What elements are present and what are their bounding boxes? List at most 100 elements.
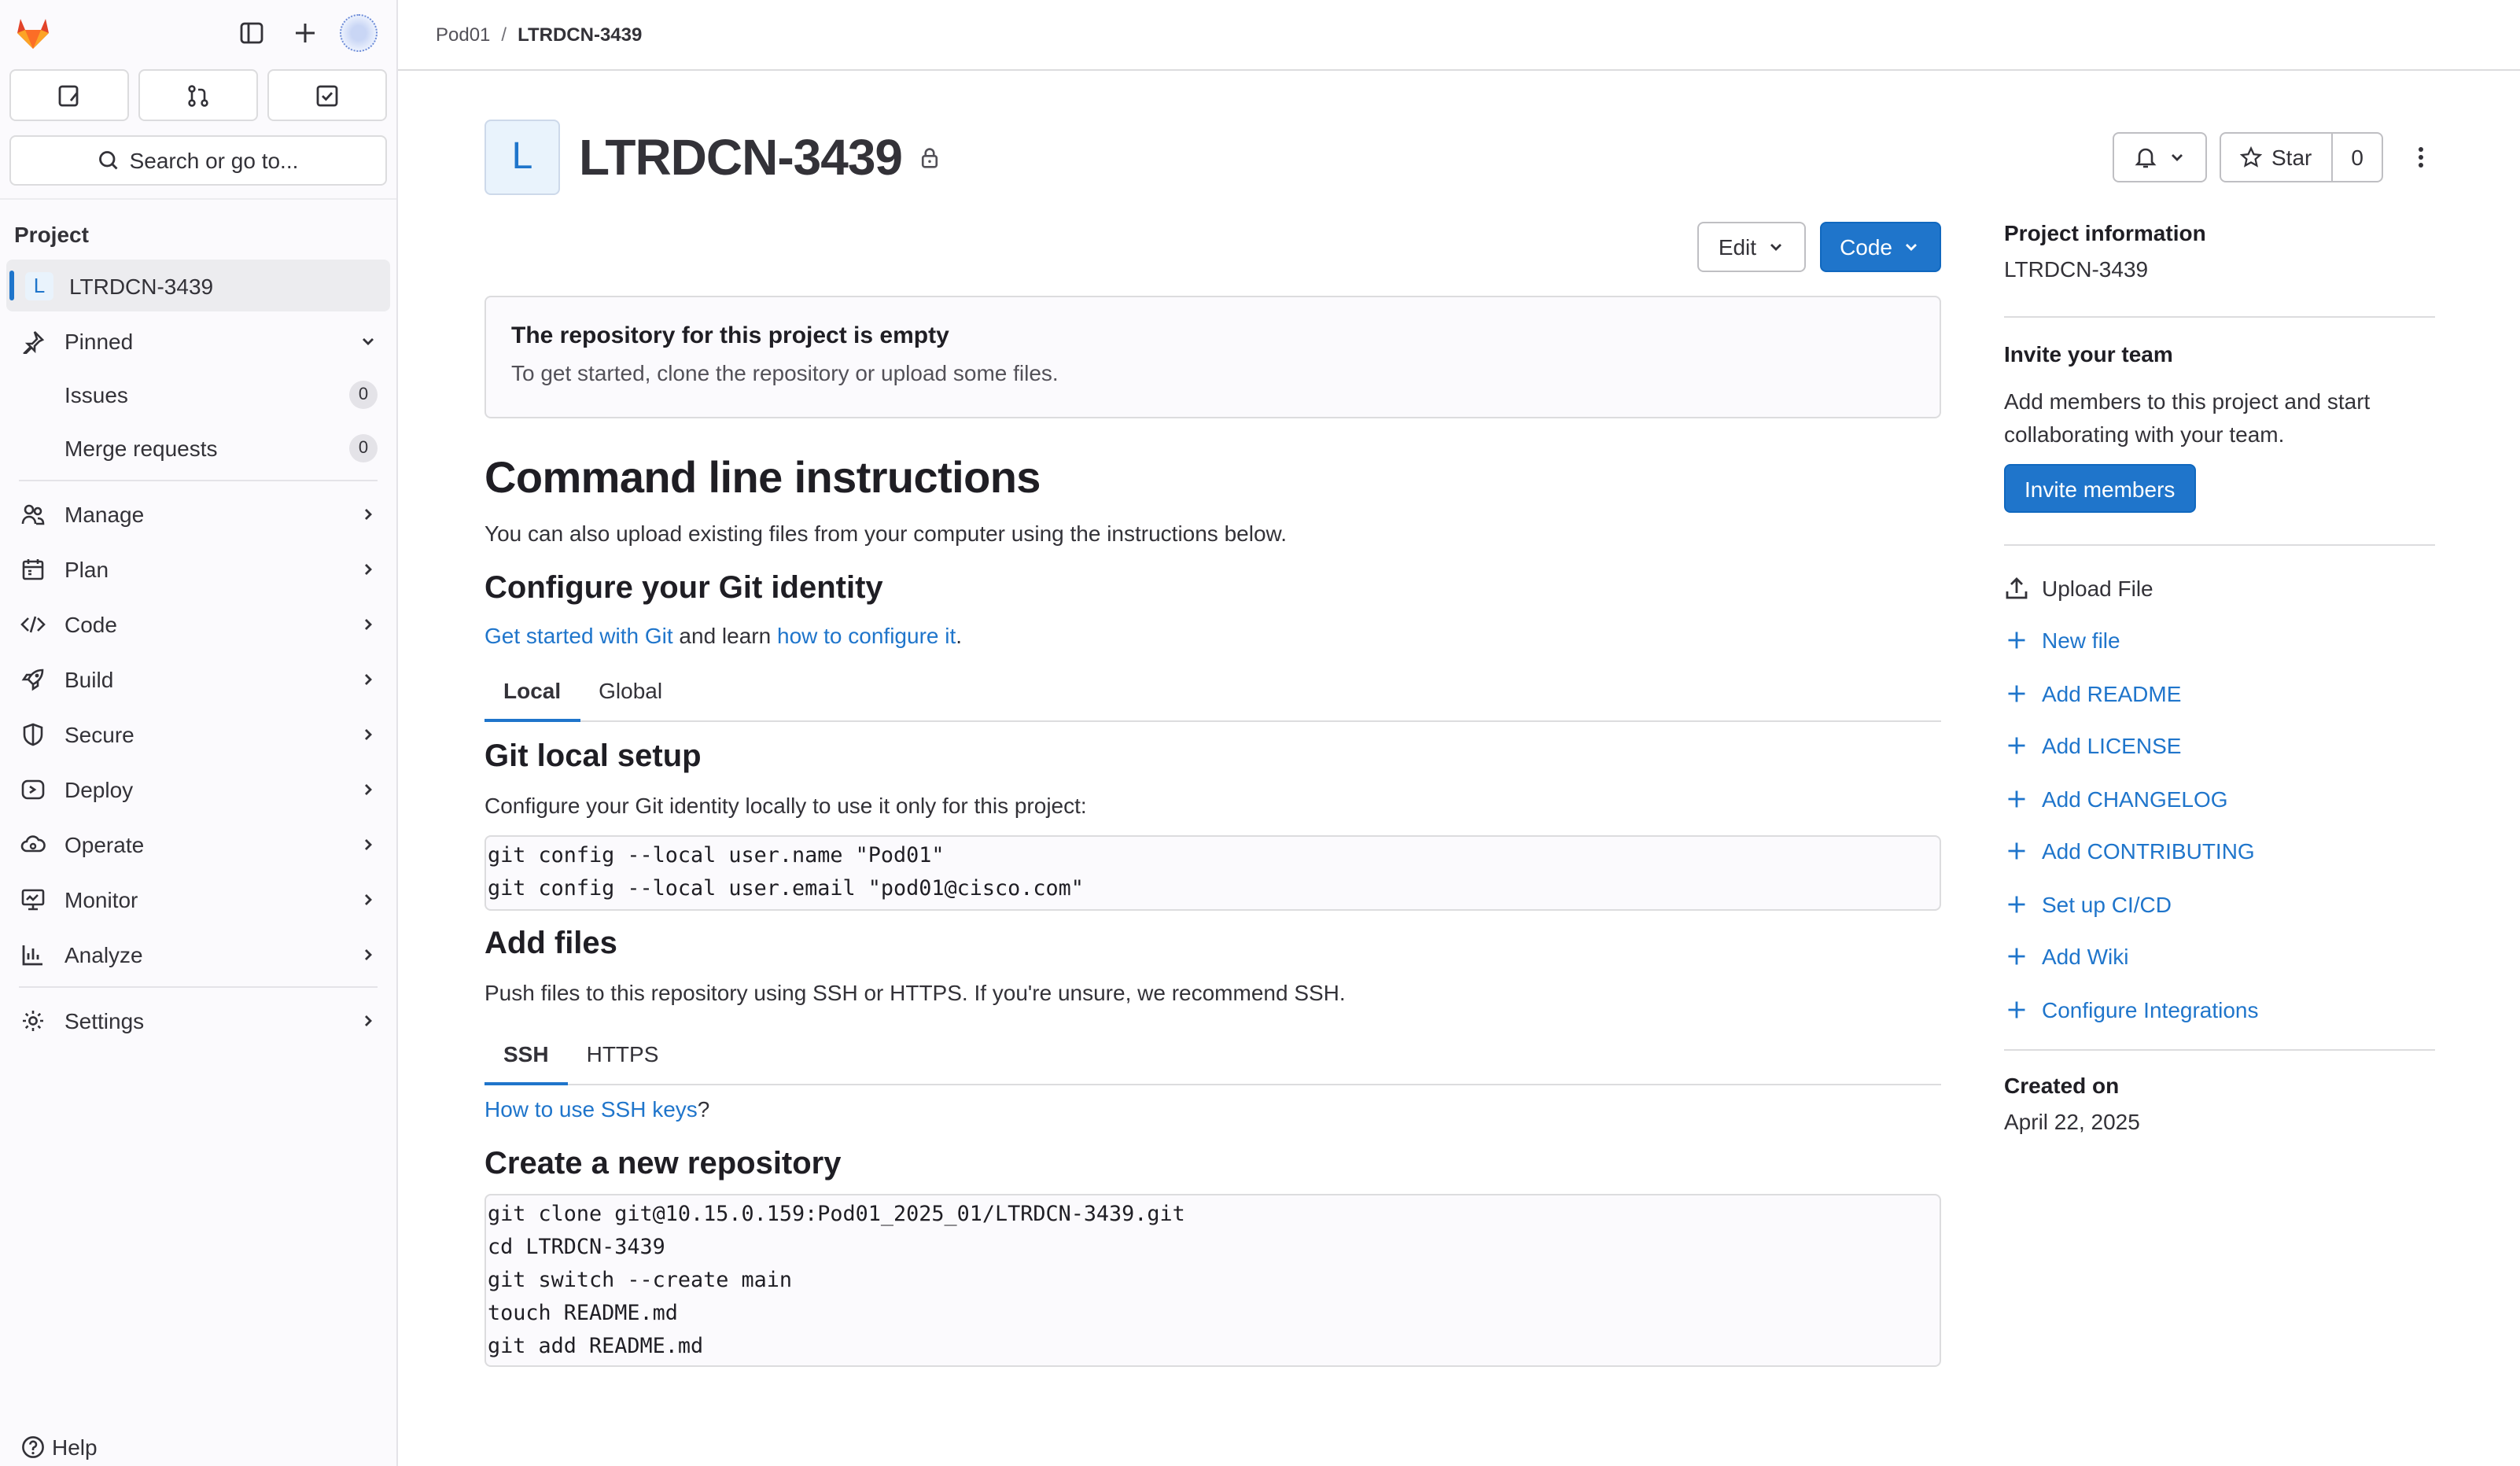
todo-icon [316, 84, 338, 106]
new-repo-heading: Create a new repository [484, 1147, 842, 1181]
setup-cicd-label: Set up CI/CD [2042, 891, 2172, 917]
project-info-panel: Project information LTRDCN-3439 Invite y… [2004, 220, 2435, 1133]
deploy-icon [20, 776, 46, 801]
project-nav: Project L LTRDCN-3439 Pinned Issues 0 Me… [0, 198, 396, 1048]
breadcrumb-current[interactable]: LTRDCN-3439 [518, 24, 642, 46]
add-changelog-link[interactable]: Add CHANGELOG [2004, 772, 2435, 825]
tab-global[interactable]: Global [580, 678, 681, 720]
local-setup-code[interactable]: git config --local user.name "Pod01" git… [484, 835, 1941, 911]
sidebar-item-analyze[interactable]: Analyze [0, 926, 396, 982]
project-avatar: L [484, 120, 560, 195]
more-actions-icon[interactable] [2397, 132, 2447, 182]
create-new-icon[interactable] [280, 8, 330, 58]
help-button[interactable]: Help [20, 1435, 98, 1460]
local-setup-heading: Git local setup [484, 739, 702, 774]
plus-icon [2004, 683, 2029, 705]
sidebar-item-plan[interactable]: Plan [0, 541, 396, 596]
sidebar-item-merge-requests[interactable]: Merge requests 0 [0, 422, 396, 475]
chevron-down-icon [2172, 154, 2183, 161]
chart-icon [20, 941, 46, 967]
sidebar-item-project[interactable]: L LTRDCN-3439 [6, 260, 390, 311]
sidebar-item-secure[interactable]: Secure [0, 706, 396, 761]
tab-https[interactable]: HTTPS [568, 1041, 678, 1084]
issues-count-badge: 0 [349, 381, 378, 409]
upload-file-link[interactable]: Upload File [2004, 562, 2435, 614]
sidebar-item-build[interactable]: Build [0, 651, 396, 706]
sidebar-item-issues[interactable]: Issues 0 [0, 368, 396, 422]
sidebar-top [0, 0, 396, 66]
sidebar-item-label: Merge requests [64, 436, 218, 461]
add-license-link[interactable]: Add LICENSE [2004, 720, 2435, 772]
add-contributing-link[interactable]: Add CONTRIBUTING [2004, 825, 2435, 878]
sidebar-item-label: Build [64, 666, 114, 691]
protocol-tabs: SSH HTTPS [484, 1022, 1941, 1085]
breadcrumb-parent-link[interactable]: Pod01 [436, 24, 490, 46]
instructions-intro: You can also upload existing files from … [484, 521, 1287, 546]
get-started-git-link[interactable]: Get started with Git [484, 623, 673, 648]
toggle-sidebar-icon[interactable] [227, 8, 277, 58]
chevron-right-icon [365, 1015, 372, 1026]
section-title: Project [14, 222, 89, 247]
sidebar-item-pinned[interactable]: Pinned [0, 313, 396, 368]
tab-ssh[interactable]: SSH [484, 1041, 568, 1085]
todos-button[interactable] [267, 69, 387, 121]
lock-icon [920, 148, 938, 168]
configure-integrations-link[interactable]: Configure Integrations [2004, 983, 2435, 1036]
issues-icon [58, 84, 79, 106]
search-label: Search or go to... [129, 148, 299, 173]
add-wiki-label: Add Wiki [2042, 944, 2129, 970]
main-content: L LTRDCN-3439 Edit Code The repository f… [484, 71, 1941, 1367]
sidebar-item-label: Manage [64, 501, 145, 526]
invite-members-button[interactable]: Invite members [2004, 464, 2196, 513]
star-button-group: Star 0 [2220, 132, 2384, 182]
sidebar-item-label: Operate [64, 831, 145, 856]
pin-icon [20, 328, 46, 353]
code-icon [20, 611, 46, 636]
how-to-configure-link[interactable]: how to configure it [777, 623, 956, 648]
notification-settings-button[interactable] [2113, 132, 2207, 182]
breadcrumb-separator: / [501, 24, 507, 46]
new-file-link[interactable]: New file [2004, 614, 2435, 667]
merge-requests-count-badge: 0 [349, 434, 378, 462]
add-changelog-label: Add CHANGELOG [2042, 786, 2228, 812]
upload-file-label: Upload File [2042, 575, 2153, 601]
sidebar-item-label: Issues [64, 382, 128, 407]
user-avatar[interactable] [333, 8, 384, 58]
plus-icon [2004, 841, 2029, 863]
assigned-issues-button[interactable] [9, 69, 129, 121]
identity-heading: Configure your Git identity [484, 571, 883, 606]
add-contributing-label: Add CONTRIBUTING [2042, 838, 2255, 864]
search-button[interactable]: Search or go to... [9, 135, 387, 186]
sidebar-item-label: Plan [64, 556, 109, 581]
plus-icon [2004, 893, 2029, 915]
sidebar-item-manage[interactable]: Manage [0, 486, 396, 541]
edit-dropdown-button[interactable]: Edit [1697, 222, 1806, 272]
gitlab-logo-icon[interactable] [13, 13, 53, 53]
gear-icon [20, 1007, 46, 1033]
add-license-label: Add LICENSE [2042, 733, 2182, 759]
sidebar-item-monitor[interactable]: Monitor [0, 871, 396, 926]
tab-local[interactable]: Local [484, 678, 580, 722]
add-wiki-link[interactable]: Add Wiki [2004, 930, 2435, 983]
sidebar-item-operate[interactable]: Operate [0, 816, 396, 871]
sidebar-item-deploy[interactable]: Deploy [0, 761, 396, 816]
sidebar: Search or go to... Project L LTRDCN-3439… [0, 0, 398, 1466]
empty-repo-title: The repository for this project is empty [511, 322, 949, 349]
star-count[interactable]: 0 [2332, 132, 2384, 182]
setup-cicd-link[interactable]: Set up CI/CD [2004, 878, 2435, 930]
chevron-right-icon [365, 948, 372, 960]
sidebar-item-label: Secure [64, 721, 134, 746]
sidebar-item-settings[interactable]: Settings [0, 993, 396, 1048]
sidebar-item-label: Analyze [64, 941, 143, 967]
new-repo-code[interactable]: git clone git@10.15.0.159:Pod01_2025_01/… [484, 1194, 1941, 1367]
add-readme-link[interactable]: Add README [2004, 667, 2435, 720]
code-dropdown-button[interactable]: Code [1819, 222, 1941, 272]
sidebar-item-code[interactable]: Code [0, 596, 396, 651]
star-button[interactable]: Star [2220, 132, 2333, 182]
merge-requests-button[interactable] [138, 69, 258, 121]
sidebar-item-label: Pinned [64, 328, 134, 353]
ssh-keys-link[interactable]: How to use SSH keys [484, 1096, 698, 1122]
instructions-heading: Command line instructions [484, 453, 1041, 502]
cloud-gear-icon [20, 831, 46, 856]
star-label: Star [2271, 145, 2312, 170]
